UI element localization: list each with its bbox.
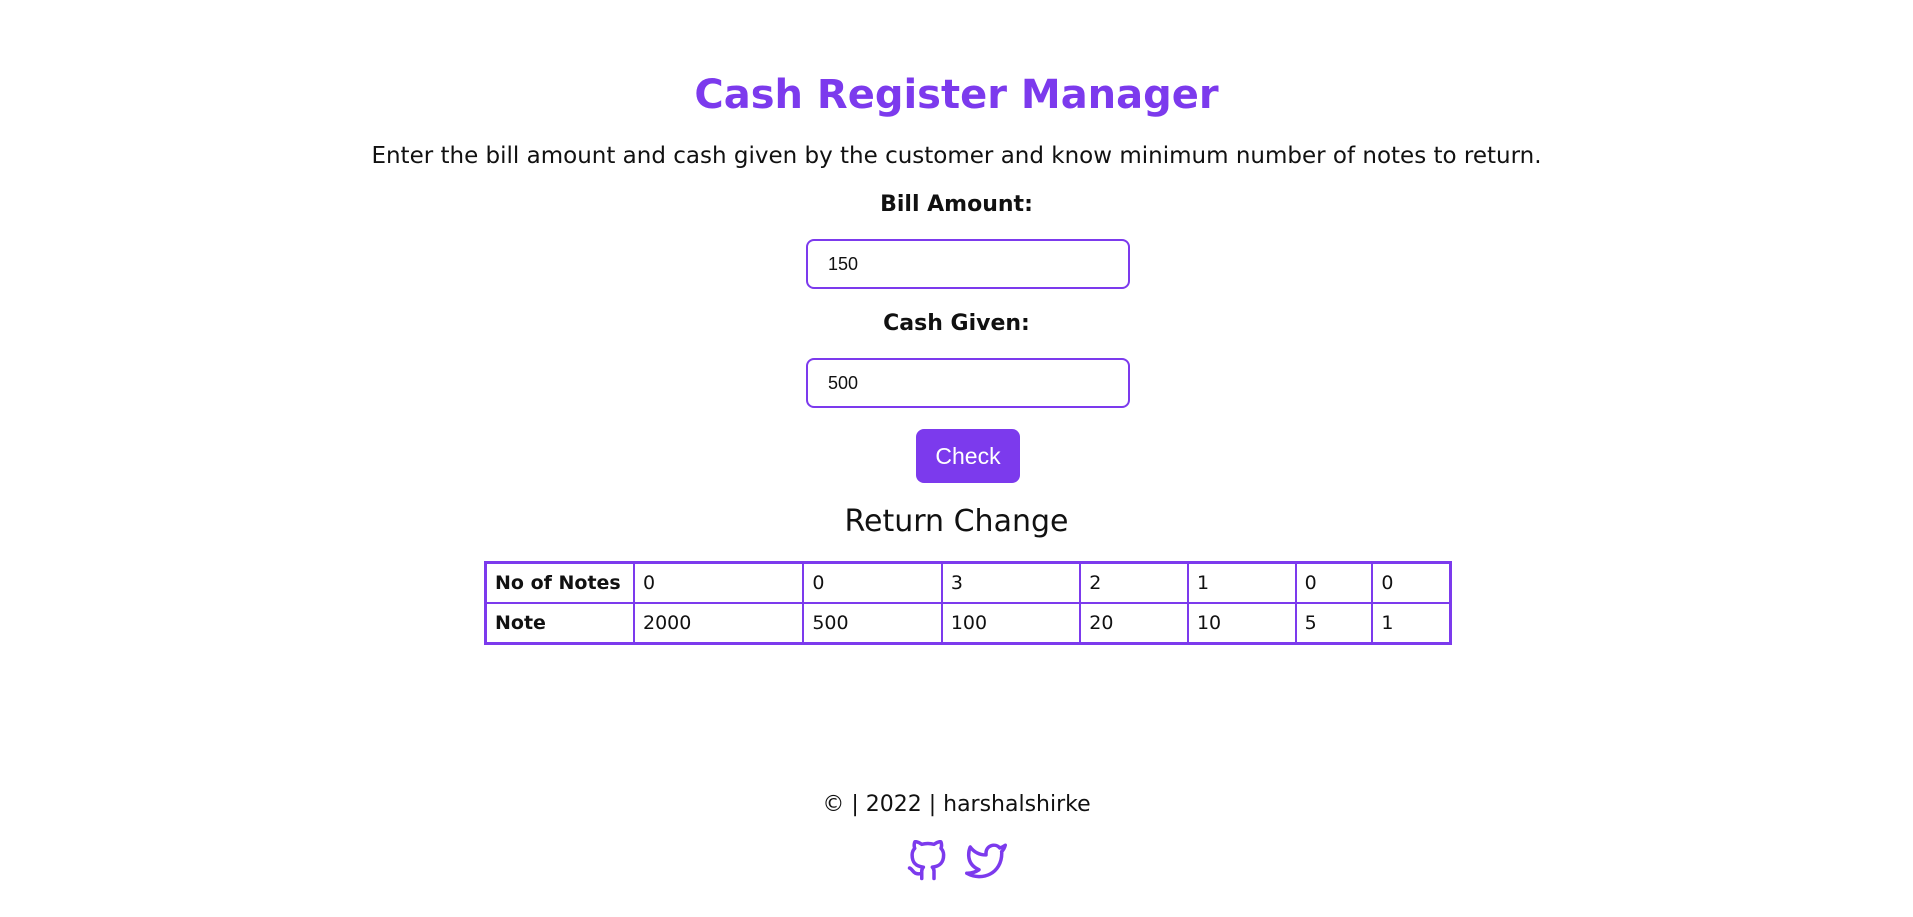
table-row-counts: No of Notes 0 0 3 2 1 0 0: [484, 561, 1452, 604]
twitter-icon: [965, 843, 1008, 879]
github-link[interactable]: [906, 839, 948, 882]
note-count-cell: 1: [1186, 561, 1297, 604]
return-change-title: Return Change: [844, 504, 1069, 539]
page: Cash Register Manager Enter the bill amo…: [0, 0, 1913, 917]
bill-amount-label: Bill Amount:: [880, 192, 1033, 217]
change-table: No of Notes 0 0 3 2 1 0 0 Note 2000 500 …: [484, 561, 1452, 645]
note-count-cell: 0: [1294, 561, 1374, 604]
note-value-cell: 2000: [632, 602, 805, 645]
no-of-notes-header: No of Notes: [484, 561, 635, 604]
twitter-link[interactable]: [965, 840, 1008, 882]
note-value-cell: 500: [802, 602, 943, 645]
page-description: Enter the bill amount and cash given by …: [371, 143, 1542, 169]
note-value-cell: 10: [1186, 602, 1297, 645]
note-count-cell: 2: [1079, 561, 1189, 604]
note-header: Note: [484, 602, 635, 645]
page-title: Cash Register Manager: [694, 72, 1219, 118]
note-count-cell: 0: [1371, 561, 1452, 604]
note-count-cell: 0: [632, 561, 805, 604]
cash-given-input[interactable]: [806, 358, 1130, 408]
note-count-cell: 0: [802, 561, 943, 604]
check-button[interactable]: Check: [916, 429, 1020, 483]
cash-given-label: Cash Given:: [883, 311, 1030, 336]
github-icon: [907, 839, 946, 881]
social-links: [0, 839, 1913, 886]
note-value-cell: 20: [1079, 602, 1189, 645]
note-count-cell: 3: [940, 561, 1082, 604]
table-row-notes: Note 2000 500 100 20 10 5 1: [484, 602, 1452, 645]
note-value-cell: 1: [1371, 602, 1452, 645]
note-value-cell: 100: [940, 602, 1082, 645]
bill-amount-input[interactable]: [806, 239, 1130, 289]
note-value-cell: 5: [1294, 602, 1374, 645]
footer-copyright: © | 2022 | harshalshirke: [822, 792, 1091, 817]
